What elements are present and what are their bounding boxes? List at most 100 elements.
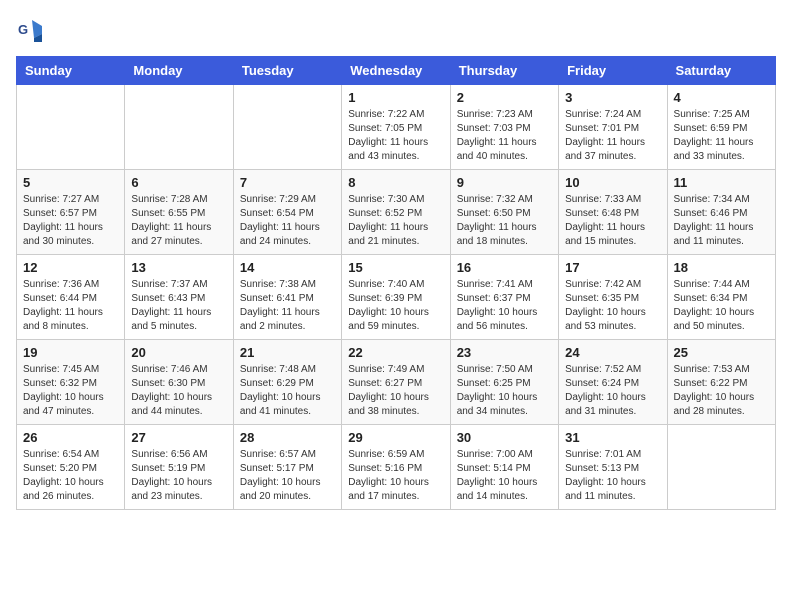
day-number: 4 [674, 90, 769, 105]
day-info: Sunrise: 7:29 AM Sunset: 6:54 PM Dayligh… [240, 193, 335, 249]
day-number: 31 [565, 430, 660, 445]
calendar-cell: 6Sunrise: 7:28 AM Sunset: 6:55 PM Daylig… [125, 170, 233, 255]
calendar-cell: 7 Sunrise: 7:29 AM Sunset: 6:54 PM Daylig… [233, 170, 341, 255]
day-info: Sunrise: 7:50 AM Sunset: 6:25 PM Dayligh… [457, 363, 552, 419]
calendar-cell: 11 Sunrise: 7:34 AM Sunset: 6:46 PM Dayli… [667, 170, 775, 255]
day-info: Sunrise: 7:44 AM Sunset: 6:34 PM Dayligh… [674, 278, 769, 334]
calendar-week-4: 19Sunrise: 7:45 AM Sunset: 6:32 PM Dayli… [17, 340, 776, 425]
calendar-cell: 18Sunrise: 7:44 AM Sunset: 6:34 PM Dayli… [667, 255, 775, 340]
day-info: Sunrise: 6:59 AM Sunset: 5:16 PM Dayligh… [348, 448, 443, 504]
day-number: 2 [457, 90, 552, 105]
calendar-cell: 14 Sunrise: 7:38 AM Sunset: 6:41 PM Dayli… [233, 255, 341, 340]
calendar-cell: 4 Sunrise: 7:25 AM Sunset: 6:59 PM Daylig… [667, 85, 775, 170]
day-number: 23 [457, 345, 552, 360]
day-info: Sunrise: 7:25 AM Sunset: 6:59 PM Dayligh… [674, 108, 769, 164]
calendar-week-3: 12 Sunrise: 7:36 AM Sunset: 6:44 PM Dayli… [17, 255, 776, 340]
day-header-tuesday: Tuesday [233, 57, 341, 85]
day-header-thursday: Thursday [450, 57, 558, 85]
day-info: Sunrise: 7:46 AM Sunset: 6:30 PM Dayligh… [131, 363, 226, 419]
calendar-cell: 27 Sunrise: 6:56 AM Sunset: 5:19 PM Dayli… [125, 425, 233, 510]
day-info: Sunrise: 7:30 AM Sunset: 6:52 PM Dayligh… [348, 193, 443, 249]
day-info: Sunrise: 7:34 AM Sunset: 6:46 PM Dayligh… [674, 193, 769, 249]
day-number: 5 [23, 175, 118, 190]
day-info: Sunrise: 6:54 AM Sunset: 5:20 PM Dayligh… [23, 448, 118, 504]
calendar-week-2: 5 Sunrise: 7:27 AM Sunset: 6:57 PM Daylig… [17, 170, 776, 255]
day-number: 24 [565, 345, 660, 360]
day-number: 14 [240, 260, 335, 275]
day-info: Sunrise: 7:38 AM Sunset: 6:41 PM Dayligh… [240, 278, 335, 334]
day-info: Sunrise: 6:57 AM Sunset: 5:17 PM Dayligh… [240, 448, 335, 504]
day-number: 8 [348, 175, 443, 190]
page-header: G [16, 16, 776, 44]
calendar-cell: 28 Sunrise: 6:57 AM Sunset: 5:17 PM Dayli… [233, 425, 341, 510]
day-header-saturday: Saturday [667, 57, 775, 85]
calendar-cell: 8 Sunrise: 7:30 AM Sunset: 6:52 PM Daylig… [342, 170, 450, 255]
day-info: Sunrise: 7:45 AM Sunset: 6:32 PM Dayligh… [23, 363, 118, 419]
day-number: 30 [457, 430, 552, 445]
calendar-cell [233, 85, 341, 170]
calendar-cell: 5 Sunrise: 7:27 AM Sunset: 6:57 PM Daylig… [17, 170, 125, 255]
calendar-header-row: SundayMondayTuesdayWednesdayThursdayFrid… [17, 57, 776, 85]
day-header-wednesday: Wednesday [342, 57, 450, 85]
calendar-week-5: 26 Sunrise: 6:54 AM Sunset: 5:20 PM Dayli… [17, 425, 776, 510]
calendar-cell: 17 Sunrise: 7:42 AM Sunset: 6:35 PM Dayli… [559, 255, 667, 340]
calendar-cell: 25 Sunrise: 7:53 AM Sunset: 6:22 PM Dayli… [667, 340, 775, 425]
calendar-cell: 29 Sunrise: 6:59 AM Sunset: 5:16 PM Dayli… [342, 425, 450, 510]
calendar-cell: 13 Sunrise: 7:37 AM Sunset: 6:43 PM Dayli… [125, 255, 233, 340]
day-number: 20 [131, 345, 226, 360]
calendar-cell: 10 Sunrise: 7:33 AM Sunset: 6:48 PM Dayli… [559, 170, 667, 255]
day-header-monday: Monday [125, 57, 233, 85]
day-info: Sunrise: 7:40 AM Sunset: 6:39 PM Dayligh… [348, 278, 443, 334]
day-info: Sunrise: 7:52 AM Sunset: 6:24 PM Dayligh… [565, 363, 660, 419]
day-number: 12 [23, 260, 118, 275]
calendar-cell: 1 Sunrise: 7:22 AM Sunset: 7:05 PM Daylig… [342, 85, 450, 170]
calendar-cell: 16Sunrise: 7:41 AM Sunset: 6:37 PM Dayli… [450, 255, 558, 340]
day-info: Sunrise: 7:23 AM Sunset: 7:03 PM Dayligh… [457, 108, 552, 164]
day-info: Sunrise: 7:42 AM Sunset: 6:35 PM Dayligh… [565, 278, 660, 334]
day-number: 28 [240, 430, 335, 445]
day-number: 1 [348, 90, 443, 105]
day-info: Sunrise: 7:49 AM Sunset: 6:27 PM Dayligh… [348, 363, 443, 419]
calendar-cell: 30 Sunrise: 7:00 AM Sunset: 5:14 PM Dayli… [450, 425, 558, 510]
day-number: 7 [240, 175, 335, 190]
day-number: 22 [348, 345, 443, 360]
day-info: Sunrise: 7:33 AM Sunset: 6:48 PM Dayligh… [565, 193, 660, 249]
day-number: 26 [23, 430, 118, 445]
svg-text:G: G [18, 22, 28, 37]
calendar-cell [125, 85, 233, 170]
day-number: 17 [565, 260, 660, 275]
day-info: Sunrise: 7:27 AM Sunset: 6:57 PM Dayligh… [23, 193, 118, 249]
day-number: 25 [674, 345, 769, 360]
calendar-cell: 3 Sunrise: 7:24 AM Sunset: 7:01 PM Daylig… [559, 85, 667, 170]
calendar-week-1: 1 Sunrise: 7:22 AM Sunset: 7:05 PM Daylig… [17, 85, 776, 170]
day-info: Sunrise: 7:24 AM Sunset: 7:01 PM Dayligh… [565, 108, 660, 164]
day-info: Sunrise: 6:56 AM Sunset: 5:19 PM Dayligh… [131, 448, 226, 504]
day-number: 11 [674, 175, 769, 190]
calendar-cell: 20 Sunrise: 7:46 AM Sunset: 6:30 PM Dayli… [125, 340, 233, 425]
calendar-cell: 31 Sunrise: 7:01 AM Sunset: 5:13 PM Dayli… [559, 425, 667, 510]
day-number: 9 [457, 175, 552, 190]
calendar-cell: 12 Sunrise: 7:36 AM Sunset: 6:44 PM Dayli… [17, 255, 125, 340]
day-info: Sunrise: 7:22 AM Sunset: 7:05 PM Dayligh… [348, 108, 443, 164]
day-info: Sunrise: 7:37 AM Sunset: 6:43 PM Dayligh… [131, 278, 226, 334]
logo: G [16, 16, 48, 44]
day-info: Sunrise: 7:28 AM Sunset: 6:55 PM Dayligh… [131, 193, 226, 249]
day-info: Sunrise: 7:41 AM Sunset: 6:37 PM Dayligh… [457, 278, 552, 334]
day-info: Sunrise: 7:32 AM Sunset: 6:50 PM Dayligh… [457, 193, 552, 249]
day-info: Sunrise: 7:00 AM Sunset: 5:14 PM Dayligh… [457, 448, 552, 504]
calendar-cell: 22 Sunrise: 7:49 AM Sunset: 6:27 PM Dayli… [342, 340, 450, 425]
day-number: 3 [565, 90, 660, 105]
day-number: 10 [565, 175, 660, 190]
day-number: 29 [348, 430, 443, 445]
calendar-cell: 21Sunrise: 7:48 AM Sunset: 6:29 PM Dayli… [233, 340, 341, 425]
day-number: 13 [131, 260, 226, 275]
day-info: Sunrise: 7:36 AM Sunset: 6:44 PM Dayligh… [23, 278, 118, 334]
day-info: Sunrise: 7:53 AM Sunset: 6:22 PM Dayligh… [674, 363, 769, 419]
day-number: 27 [131, 430, 226, 445]
day-info: Sunrise: 7:01 AM Sunset: 5:13 PM Dayligh… [565, 448, 660, 504]
day-header-friday: Friday [559, 57, 667, 85]
day-number: 15 [348, 260, 443, 275]
day-header-sunday: Sunday [17, 57, 125, 85]
calendar-cell: 24 Sunrise: 7:52 AM Sunset: 6:24 PM Dayli… [559, 340, 667, 425]
calendar-table: SundayMondayTuesdayWednesdayThursdayFrid… [16, 56, 776, 510]
